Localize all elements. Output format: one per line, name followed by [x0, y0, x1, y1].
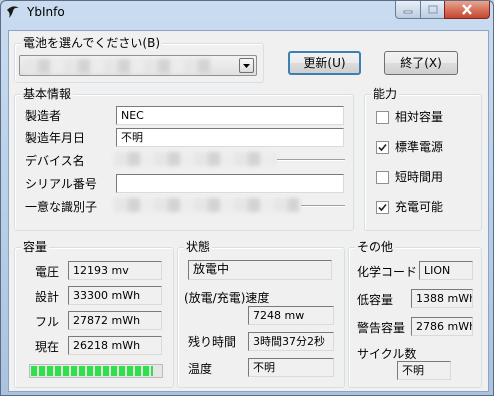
status-group: 状態 放電中 (放電/充電)速度 7248 mw 残り時間 3時間37分2秒 温… — [177, 240, 345, 388]
maker-label: 製造者 — [25, 109, 62, 123]
temperature-label: 温度 — [188, 362, 213, 376]
device-name-field-edge — [277, 159, 345, 161]
other-group: その他 化学コード LION 低容量 1388 mWh 警告容量 2786 mW… — [348, 240, 482, 388]
exit-button[interactable]: 終了(X) — [384, 51, 458, 75]
basic-info-group: 基本情報 製造者 NEC 製造年月日 不明 デバイス名 シリアル番号 一意な識別… — [14, 87, 354, 231]
app-window: YbInfo 電池を選んでください(B) 更新(U) 終了(X) 基本情報 製造… — [0, 0, 494, 396]
low-capacity-label: 低容量 — [357, 293, 394, 307]
close-icon — [462, 4, 472, 15]
checkmark-icon — [378, 143, 387, 152]
design-capacity-field: 33300 mWh — [68, 286, 162, 305]
voltage-field: 12193 mv — [68, 261, 162, 280]
maker-field: NEC — [116, 106, 344, 125]
full-capacity-label: フル — [35, 315, 60, 329]
title-bar[interactable]: YbInfo — [1, 1, 493, 23]
device-name-label: デバイス名 — [25, 154, 85, 168]
chevron-down-icon — [243, 64, 250, 68]
manufacture-date-field: 不明 — [116, 128, 344, 147]
app-logo-icon — [7, 6, 19, 18]
cycle-count-field: 不明 — [397, 361, 451, 380]
rate-field: 7248 mw — [248, 306, 334, 325]
rate-label: (放電/充電)速度 — [184, 291, 270, 305]
warning-capacity-field: 2786 mWh — [411, 317, 473, 336]
battery-level-bar — [29, 364, 163, 378]
battery-combobox[interactable] — [19, 55, 257, 76]
serial-number-label: シリアル番号 — [25, 177, 97, 191]
remaining-time-field: 3時間37分2秒 — [248, 332, 334, 351]
state-field: 放電中 — [188, 260, 332, 280]
relative-capacity-label: 相対容量 — [395, 110, 444, 124]
combobox-dropdown-button[interactable] — [239, 58, 254, 73]
cycle-count-label: サイクル数 — [357, 347, 417, 361]
rechargeable-label: 充電可能 — [395, 200, 444, 214]
current-capacity-label: 現在 — [35, 340, 60, 354]
rechargeable-checkbox[interactable] — [376, 201, 389, 214]
battery-level-fill — [31, 366, 154, 376]
maximize-button[interactable] — [420, 1, 445, 19]
unique-id-redacted — [114, 198, 299, 212]
minimize-icon — [403, 10, 413, 13]
device-name-redacted — [114, 152, 276, 166]
close-button[interactable] — [444, 1, 490, 19]
short-term-label: 短時間用 — [395, 170, 444, 184]
client-area: 電池を選んでください(B) 更新(U) 終了(X) 基本情報 製造者 NEC 製… — [8, 30, 489, 392]
minimize-button[interactable] — [395, 1, 421, 19]
current-capacity-field: 26218 mWh — [68, 336, 162, 355]
design-capacity-label: 設計 — [35, 290, 60, 304]
chemistry-field: LION — [419, 261, 473, 280]
capacity-title: 容量 — [21, 240, 50, 254]
relative-capacity-checkbox[interactable] — [376, 111, 389, 124]
window-title: YbInfo — [27, 5, 65, 19]
unique-id-label: 一意な識別子 — [25, 200, 98, 214]
short-term-checkbox[interactable] — [376, 171, 389, 184]
capacity-group: 容量 電圧 12193 mv 設計 33300 mWh フル 27872 mWh… — [14, 240, 174, 388]
battery-select-label: 電池を選んでください(B) — [21, 36, 162, 50]
other-title: その他 — [355, 240, 396, 254]
temperature-field: 不明 — [248, 358, 334, 377]
refresh-button[interactable]: 更新(U) — [288, 51, 361, 75]
unique-id-field-edge — [301, 205, 345, 207]
capability-group: 能力 相対容量 標準電源 短時間用 充電可能 — [364, 87, 482, 231]
basic-info-title: 基本情報 — [21, 87, 74, 101]
remaining-time-label: 残り時間 — [188, 335, 237, 349]
standard-power-checkbox[interactable] — [376, 141, 389, 154]
capability-title: 能力 — [371, 87, 400, 101]
full-capacity-field: 27872 mWh — [68, 311, 162, 330]
serial-number-field — [116, 174, 344, 193]
status-title: 状態 — [184, 240, 213, 254]
low-capacity-field: 1388 mWh — [411, 289, 473, 308]
maximize-icon — [427, 5, 438, 14]
checkmark-icon — [378, 203, 387, 212]
battery-select-group: 電池を選んでください(B) — [14, 36, 264, 83]
manufacture-date-label: 製造年月日 — [25, 131, 86, 145]
standard-power-label: 標準電源 — [395, 140, 444, 154]
voltage-label: 電圧 — [35, 265, 60, 279]
chemistry-label: 化学コード — [357, 265, 418, 279]
battery-name-redacted — [24, 59, 210, 73]
warning-capacity-label: 警告容量 — [357, 321, 406, 335]
